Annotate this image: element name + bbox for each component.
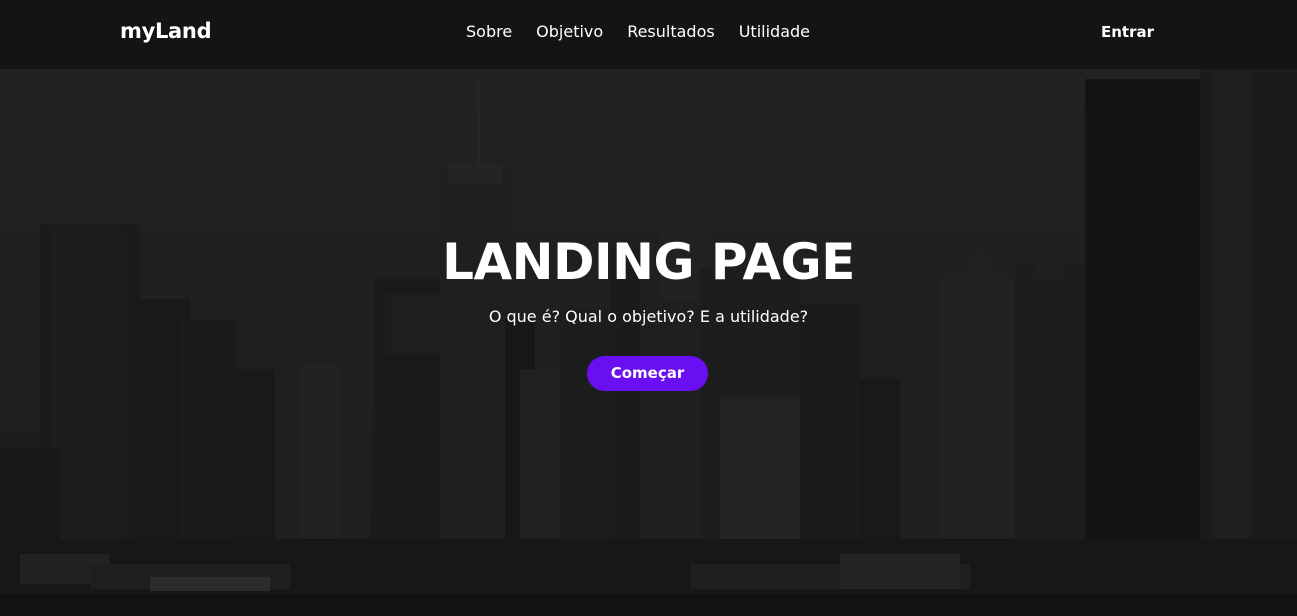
nav-menu: Sobre Objetivo Resultados Utilidade: [454, 20, 822, 44]
start-button[interactable]: Começar: [587, 356, 708, 391]
nav-link-sobre[interactable]: Sobre: [454, 20, 524, 44]
navbar: myLand Sobre Objetivo Resultados Utilida…: [0, 0, 1297, 69]
hero-section: LANDING PAGE O que é? Qual o objetivo? E…: [0, 69, 1297, 616]
login-link[interactable]: Entrar: [1101, 21, 1154, 43]
logo[interactable]: myLand: [120, 17, 212, 45]
nav-link-objetivo[interactable]: Objetivo: [524, 20, 615, 44]
hero-title: LANDING PAGE: [442, 233, 855, 291]
hero-content: LANDING PAGE O que é? Qual o objetivo? E…: [0, 69, 1297, 616]
hero-subtitle: O que é? Qual o objetivo? E a utilidade?: [488, 307, 809, 326]
nav-link-resultados[interactable]: Resultados: [615, 20, 727, 44]
nav-link-utilidade[interactable]: Utilidade: [727, 20, 822, 44]
